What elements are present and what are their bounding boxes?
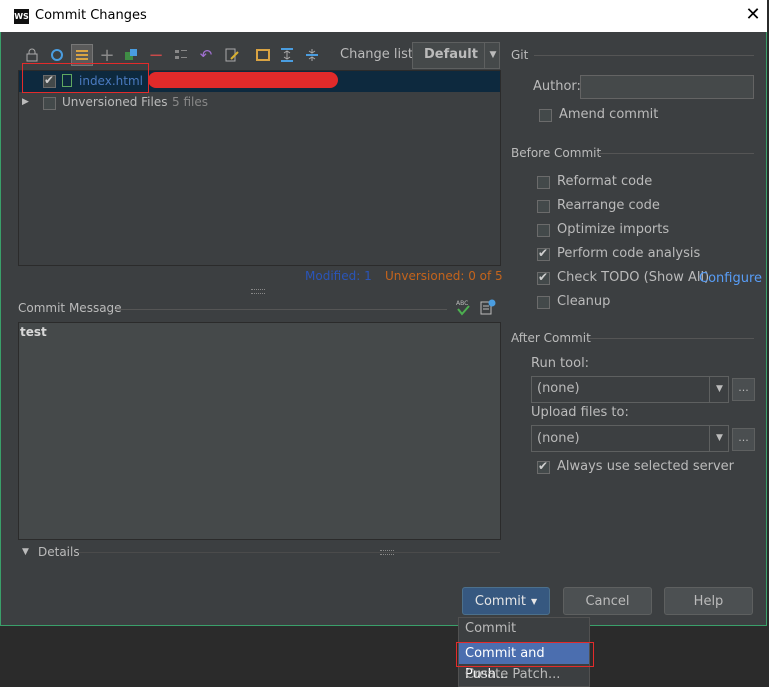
always-use-server-checkbox[interactable]: [537, 459, 550, 474]
commit-message-input[interactable]: [18, 322, 501, 540]
splitter-grip[interactable]: [251, 289, 265, 294]
check-todo-label[interactable]: Check TODO (Show All): [557, 270, 709, 285]
reformat-code-label[interactable]: Reformat code: [557, 174, 652, 189]
remove-icon[interactable]: −: [146, 44, 166, 66]
cancel-button[interactable]: Cancel: [563, 587, 652, 615]
cleanup-label[interactable]: Cleanup: [557, 294, 610, 309]
edit-icon[interactable]: [222, 44, 242, 66]
check-todo-checkbox[interactable]: [537, 270, 550, 285]
chevron-down-icon[interactable]: ▼: [484, 42, 501, 69]
spellcheck-icon[interactable]: ABC: [455, 298, 471, 316]
changelist-icon[interactable]: [253, 44, 273, 66]
rearrange-code-label[interactable]: Rearrange code: [557, 198, 660, 213]
divider: [598, 153, 754, 154]
unversioned-files-label[interactable]: Unversioned Files: [62, 95, 168, 109]
reformat-code-checkbox[interactable]: [537, 176, 550, 189]
chevron-down-icon[interactable]: ▼: [709, 376, 729, 403]
window-title: Commit Changes: [35, 8, 147, 23]
expand-all-icon[interactable]: [277, 44, 297, 66]
commit-button-label: Commit: [474, 593, 526, 609]
details-label[interactable]: Details: [38, 545, 80, 559]
details-collapse-icon[interactable]: ▼: [22, 547, 29, 557]
upload-server-value: (none): [537, 431, 580, 446]
amend-commit-label[interactable]: Amend commit: [559, 107, 658, 122]
run-tool-label: Run tool:: [531, 356, 590, 371]
run-tool-browse-button[interactable]: ...: [732, 378, 755, 401]
optimize-imports-checkbox[interactable]: [537, 224, 550, 237]
author-label: Author:: [533, 79, 581, 94]
commit-message-label: Commit Message: [18, 301, 122, 315]
configure-link[interactable]: Configure: [699, 271, 762, 286]
cleanup-checkbox[interactable]: [537, 296, 550, 309]
divider: [589, 338, 754, 339]
always-use-server-label[interactable]: Always use selected server: [557, 459, 734, 474]
optimize-imports-label[interactable]: Optimize imports: [557, 222, 669, 237]
upload-files-label: Upload files to:: [531, 405, 629, 420]
svg-text:ABC: ABC: [456, 300, 468, 307]
editor-background: [0, 626, 769, 687]
divider: [78, 552, 500, 553]
author-input[interactable]: [580, 75, 754, 99]
after-commit-section-title: After Commit: [511, 331, 591, 345]
diff-icon[interactable]: [171, 44, 191, 66]
change-list-value: Default: [424, 47, 478, 62]
chevron-down-icon[interactable]: ▼: [709, 425, 729, 452]
annotation-box: [22, 63, 149, 93]
status-unversioned[interactable]: Unversioned: 0 of 5: [385, 269, 503, 283]
menu-item-commit[interactable]: Commit: [459, 618, 589, 639]
splitter-grip[interactable]: [380, 550, 394, 555]
message-history-icon[interactable]: [480, 299, 496, 315]
status-modified: Modified: 1: [305, 269, 372, 283]
redaction-mark: [148, 72, 338, 88]
commit-button[interactable]: Commit ▼: [462, 587, 550, 615]
help-button[interactable]: Help: [664, 587, 753, 615]
chevron-down-icon: ▼: [530, 596, 538, 606]
unversioned-checkbox[interactable]: [43, 97, 56, 110]
amend-commit-checkbox[interactable]: [539, 109, 552, 122]
revert-icon[interactable]: ↶: [196, 44, 216, 66]
divider: [534, 55, 754, 56]
expand-arrow-icon[interactable]: ▶: [22, 97, 29, 107]
unversioned-count: 5 files: [172, 95, 208, 109]
app-logo: WS: [14, 9, 29, 24]
upload-browse-button[interactable]: ...: [732, 428, 755, 451]
before-commit-section-title: Before Commit: [511, 146, 602, 160]
commit-message-text: test: [20, 325, 47, 339]
menu-item-create-patch[interactable]: Create Patch...: [459, 664, 589, 685]
divider: [115, 309, 447, 310]
change-list-label: Change list:: [340, 47, 418, 62]
rearrange-code-checkbox[interactable]: [537, 200, 550, 213]
git-section-title: Git: [511, 48, 529, 62]
close-icon[interactable]: ✕: [744, 5, 762, 25]
perform-code-analysis-checkbox[interactable]: [537, 246, 550, 261]
run-tool-value: (none): [537, 381, 580, 396]
collapse-all-icon[interactable]: [302, 44, 322, 66]
perform-code-analysis-label[interactable]: Perform code analysis: [557, 246, 700, 261]
